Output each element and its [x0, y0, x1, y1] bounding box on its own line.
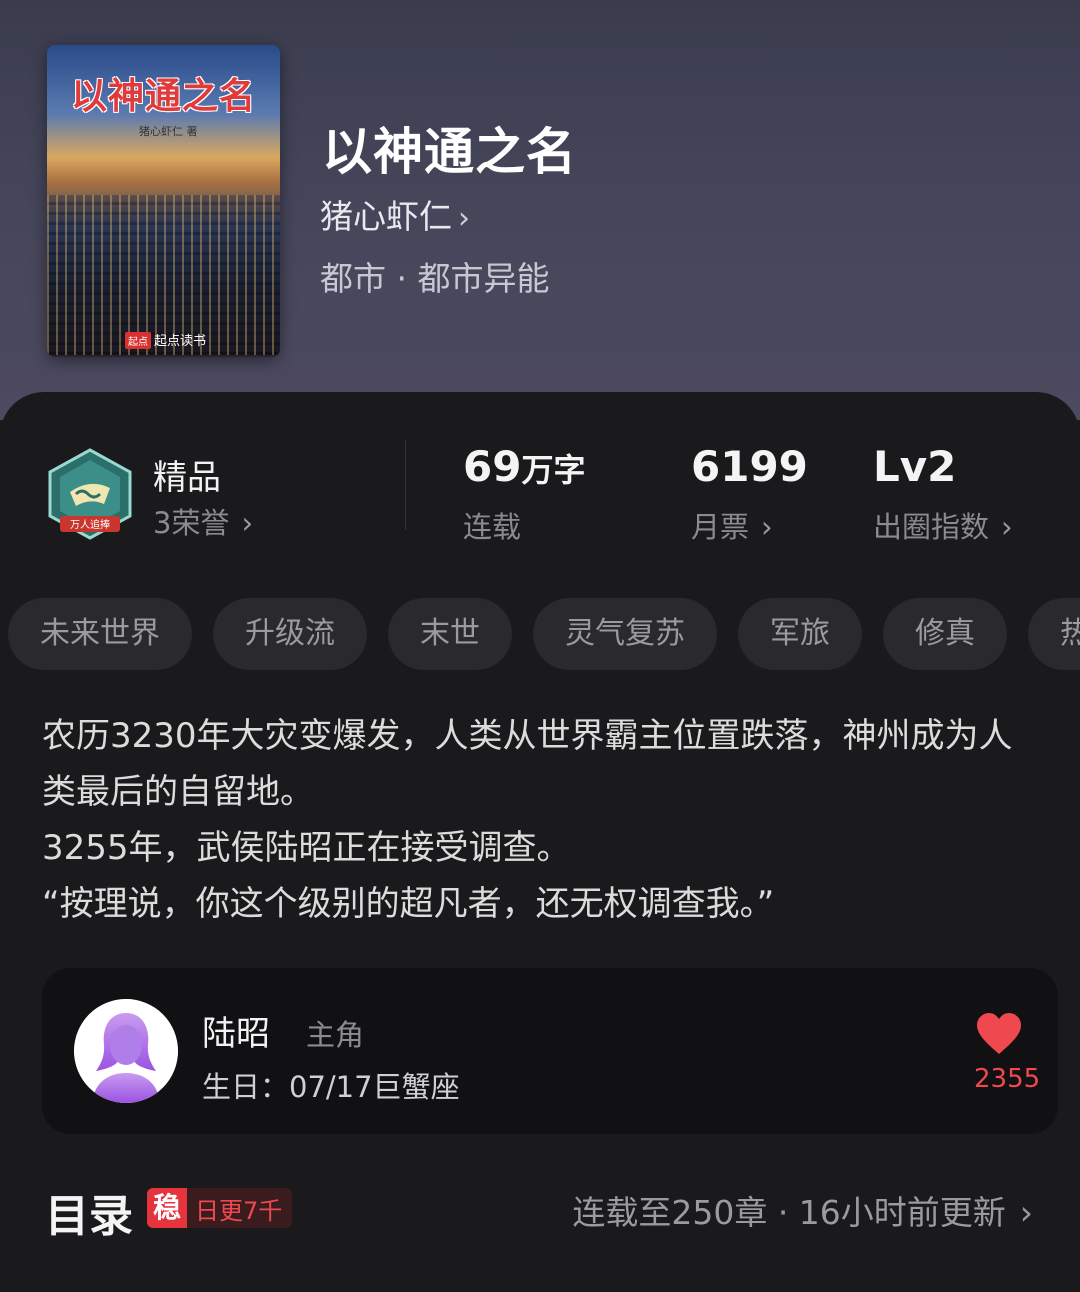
- cover-author: 猪心虾仁 著: [139, 125, 198, 138]
- toc-status: 连载至250章 · 16小时前更新: [572, 1193, 1006, 1232]
- monthly-votes-link[interactable]: 月票 ›: [691, 504, 773, 546]
- description-line: 3255年，武侯陆昭正在接受调查。: [42, 828, 571, 868]
- publisher-logo-icon: 起点: [125, 332, 151, 349]
- book-genre: 都市 · 都市异能: [320, 259, 550, 298]
- tag-chip[interactable]: 未来世界: [8, 598, 192, 670]
- publisher-name: 起点读书: [154, 334, 207, 349]
- book-header: 以神通之名 猪心虾仁 著 起点 起点读书 以神通之名 猪心虾仁 › 都市 · 都市异…: [0, 0, 1080, 420]
- tag-chip[interactable]: 灵气复苏: [533, 598, 717, 670]
- circle-index-value: Lv2: [873, 442, 957, 491]
- circle-index-link[interactable]: 出圈指数 ›: [873, 504, 1013, 546]
- tag-chip[interactable]: 升级流: [213, 598, 367, 670]
- toc-status-link[interactable]: 连载至250章 · 16小时前更新 ›: [572, 1186, 1033, 1234]
- quality-label: 精品: [153, 458, 221, 498]
- cover-publisher: 起点 起点读书: [125, 330, 206, 349]
- chevron-right-icon: ›: [761, 510, 773, 544]
- chevron-right-icon: ›: [1019, 1193, 1033, 1232]
- toc-title[interactable]: 目录: [45, 1180, 133, 1244]
- tag-chip[interactable]: 军旅: [738, 598, 862, 670]
- circle-index-label: 出圈指数: [873, 510, 990, 544]
- stable-badge: 稳: [147, 1188, 188, 1228]
- cover-title: 以神通之名: [70, 75, 256, 117]
- chevron-right-icon: ›: [1001, 510, 1013, 544]
- word-count: 69万字: [463, 442, 585, 491]
- book-cover[interactable]: 以神通之名 猪心虾仁 著 起点 起点读书: [47, 45, 280, 357]
- tag-chip[interactable]: 修真: [883, 598, 1007, 670]
- word-count-value: 69: [463, 442, 522, 491]
- monthly-votes-label: 月票: [691, 510, 750, 544]
- character-avatar: [74, 999, 178, 1103]
- heart-icon[interactable]: [975, 1012, 1023, 1056]
- tag-list: 未来世界升级流末世灵气复苏军旅修真热血: [8, 598, 1080, 670]
- honor-count: 3荣誉: [153, 506, 230, 540]
- book-description[interactable]: 农历3230年大灾变爆发，人类从世界霸主位置跌落，神州成为人类最后的自留地。 3…: [42, 708, 1042, 932]
- character-role: 主角: [306, 1018, 365, 1052]
- stats-divider: [405, 440, 406, 530]
- monthly-votes-value: 6199: [691, 442, 808, 491]
- serial-status: 连载: [463, 510, 522, 544]
- book-title: 以神通之名: [322, 122, 577, 181]
- badge-text: 万人追捧: [70, 518, 110, 531]
- tag-chip[interactable]: 热血: [1028, 598, 1080, 670]
- honor-link[interactable]: 3荣誉 ›: [153, 500, 253, 542]
- character-birthday: 生日：07/17巨蟹座: [202, 1070, 460, 1104]
- chevron-right-icon: ›: [458, 201, 470, 236]
- like-count: 2355: [974, 1064, 1041, 1094]
- update-rate: 日更7千: [195, 1196, 283, 1225]
- character-name: 陆昭: [202, 1014, 270, 1054]
- author-name: 猪心虾仁: [320, 197, 452, 236]
- chevron-right-icon: ›: [241, 506, 254, 540]
- word-count-unit: 万字: [521, 451, 586, 489]
- quality-badge-icon[interactable]: 万人追捧: [46, 448, 134, 542]
- tag-chip[interactable]: 末世: [388, 598, 512, 670]
- description-line: 农历3230年大灾变爆发，人类从世界霸主位置跌落，神州成为人类最后的自留地。: [42, 716, 1013, 812]
- update-badge: 稳日更7千: [147, 1188, 293, 1228]
- character-card[interactable]: 陆昭 主角 生日：07/17巨蟹座 2355: [42, 968, 1058, 1134]
- description-line: “按理说，你这个级别的超凡者，还无权调查我。”: [42, 884, 775, 924]
- author-link[interactable]: 猪心虾仁 ›: [320, 190, 470, 238]
